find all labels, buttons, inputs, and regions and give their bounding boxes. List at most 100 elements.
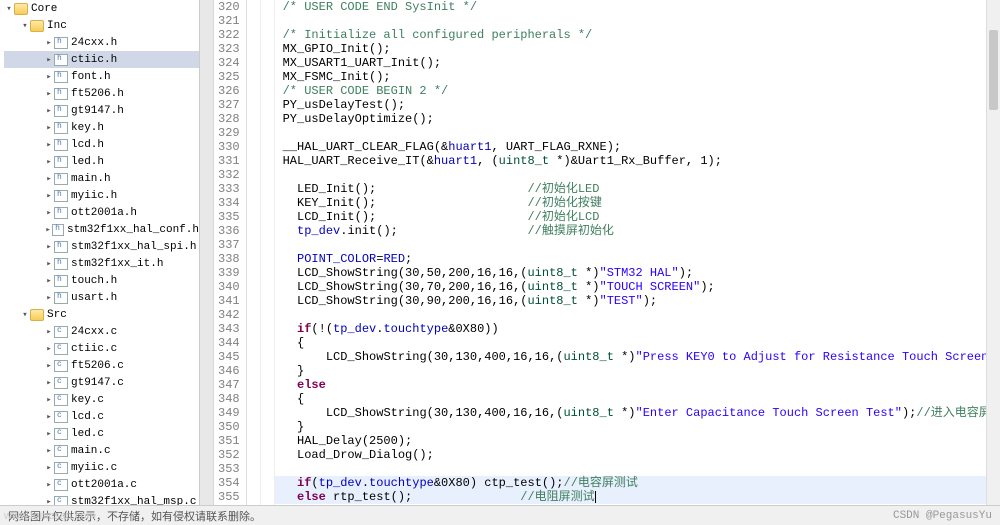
expand-icon[interactable]: ▸	[44, 429, 54, 439]
tree-item-Core[interactable]: ▾Core	[4, 0, 199, 17]
tree-item-stm32f1xx_hal_spi-h[interactable]: ▸stm32f1xx_hal_spi.h	[4, 238, 199, 255]
expand-icon[interactable]: ▸	[44, 191, 54, 201]
expand-icon[interactable]: ▸	[44, 361, 54, 371]
code-line-354[interactable]: if(tp_dev.touchtype&0X80) ctp_test();//电…	[275, 476, 1000, 490]
code-line-321[interactable]	[275, 14, 1000, 28]
code-line-339[interactable]: LCD_ShowString(30,50,200,16,16,(uint8_t …	[275, 266, 1000, 280]
expand-icon[interactable]: ▸	[44, 123, 54, 133]
tree-item-lcd-c[interactable]: ▸lcd.c	[4, 408, 199, 425]
code-line-340[interactable]: LCD_ShowString(30,70,200,16,16,(uint8_t …	[275, 280, 1000, 294]
collapse-icon[interactable]: ▾	[4, 4, 14, 14]
code-line-353[interactable]	[275, 462, 1000, 476]
code-line-330[interactable]: __HAL_UART_CLEAR_FLAG(&huart1, UART_FLAG…	[275, 140, 1000, 154]
code-line-347[interactable]: else	[275, 378, 1000, 392]
code-line-320[interactable]: /* USER CODE END SysInit */	[275, 0, 1000, 14]
code-line-348[interactable]: {	[275, 392, 1000, 406]
tree-item-gt9147-c[interactable]: ▸gt9147.c	[4, 374, 199, 391]
tree-item-ott2001a-c[interactable]: ▸ott2001a.c	[4, 476, 199, 493]
expand-icon[interactable]: ▸	[44, 446, 54, 456]
code-line-326[interactable]: /* USER CODE BEGIN 2 */	[275, 84, 1000, 98]
tree-item-ft5206-h[interactable]: ▸ft5206.h	[4, 85, 199, 102]
tree-item-main-h[interactable]: ▸main.h	[4, 170, 199, 187]
code-line-346[interactable]: }	[275, 364, 1000, 378]
tree-item-gt9147-h[interactable]: ▸gt9147.h	[4, 102, 199, 119]
collapse-icon[interactable]: ▾	[20, 21, 30, 31]
expand-icon[interactable]: ▸	[44, 276, 54, 286]
code-line-341[interactable]: LCD_ShowString(30,90,200,16,16,(uint8_t …	[275, 294, 1000, 308]
code-line-334[interactable]: KEY_Init(); //初始化按键	[275, 196, 1000, 210]
expand-icon[interactable]: ▸	[44, 38, 54, 48]
expand-icon[interactable]: ▸	[44, 225, 52, 235]
code-line-324[interactable]: MX_USART1_UART_Init();	[275, 56, 1000, 70]
expand-icon[interactable]: ▸	[44, 259, 54, 269]
code-line-345[interactable]: LCD_ShowString(30,130,400,16,16,(uint8_t…	[275, 350, 1000, 364]
expand-icon[interactable]: ▸	[44, 463, 54, 473]
code-line-335[interactable]: LCD_Init(); //初始化LCD	[275, 210, 1000, 224]
expand-icon[interactable]: ▸	[44, 395, 54, 405]
tree-item-key-h[interactable]: ▸key.h	[4, 119, 199, 136]
expand-icon[interactable]: ▸	[44, 344, 54, 354]
project-tree[interactable]: ▾Core▾Inc▸24cxx.h▸ctiic.h▸font.h▸ft5206.…	[0, 0, 200, 525]
expand-icon[interactable]: ▸	[44, 174, 54, 184]
code-line-328[interactable]: PY_usDelayOptimize();	[275, 112, 1000, 126]
code-line-329[interactable]	[275, 126, 1000, 140]
expand-icon[interactable]: ▸	[44, 412, 54, 422]
tree-item-main-c[interactable]: ▸main.c	[4, 442, 199, 459]
code-line-327[interactable]: PY_usDelayTest();	[275, 98, 1000, 112]
expand-icon[interactable]: ▸	[44, 157, 54, 167]
code-line-338[interactable]: POINT_COLOR=RED;	[275, 252, 1000, 266]
expand-icon[interactable]: ▸	[44, 140, 54, 150]
code-editor[interactable]: 3203213223233243253263273283293303313323…	[200, 0, 1000, 525]
expand-icon[interactable]: ▸	[44, 242, 54, 252]
tree-item-myiic-h[interactable]: ▸myiic.h	[4, 187, 199, 204]
expand-icon[interactable]: ▸	[44, 89, 54, 99]
expand-icon[interactable]: ▸	[44, 106, 54, 116]
tree-item-stm32f1xx_hal_conf-h[interactable]: ▸stm32f1xx_hal_conf.h	[4, 221, 199, 238]
tree-item-ft5206-c[interactable]: ▸ft5206.c	[4, 357, 199, 374]
tree-item-24cxx-h[interactable]: ▸24cxx.h	[4, 34, 199, 51]
code-line-325[interactable]: MX_FSMC_Init();	[275, 70, 1000, 84]
code-line-342[interactable]	[275, 308, 1000, 322]
code-line-351[interactable]: HAL_Delay(2500);	[275, 434, 1000, 448]
fold-column[interactable]	[261, 0, 275, 525]
expand-icon[interactable]: ▸	[44, 327, 54, 337]
tree-item-led-c[interactable]: ▸led.c	[4, 425, 199, 442]
expand-icon[interactable]: ▸	[44, 208, 54, 218]
expand-icon[interactable]: ▸	[44, 55, 54, 65]
code-area[interactable]: /* USER CODE END SysInit */ /* Initialize…	[275, 0, 1000, 525]
tree-item-Src[interactable]: ▾Src	[4, 306, 199, 323]
code-line-352[interactable]: Load_Drow_Dialog();	[275, 448, 1000, 462]
collapse-icon[interactable]: ▾	[20, 310, 30, 320]
code-line-333[interactable]: LED_Init(); //初始化LED	[275, 182, 1000, 196]
tree-item-stm32f1xx_it-h[interactable]: ▸stm32f1xx_it.h	[4, 255, 199, 272]
code-line-336[interactable]: tp_dev.init(); //触摸屏初始化	[275, 224, 1000, 238]
code-line-331[interactable]: HAL_UART_Receive_IT(&huart1, (uint8_t *)…	[275, 154, 1000, 168]
expand-icon[interactable]: ▸	[44, 72, 54, 82]
vertical-scrollbar[interactable]	[986, 0, 1000, 505]
code-line-332[interactable]	[275, 168, 1000, 182]
tree-item-key-c[interactable]: ▸key.c	[4, 391, 199, 408]
tree-item-touch-h[interactable]: ▸touch.h	[4, 272, 199, 289]
tree-item-lcd-h[interactable]: ▸lcd.h	[4, 136, 199, 153]
code-line-343[interactable]: if(!(tp_dev.touchtype&0X80))	[275, 322, 1000, 336]
expand-icon[interactable]: ▸	[44, 293, 54, 303]
code-line-322[interactable]: /* Initialize all configured peripherals…	[275, 28, 1000, 42]
code-line-344[interactable]: {	[275, 336, 1000, 350]
code-line-349[interactable]: LCD_ShowString(30,130,400,16,16,(uint8_t…	[275, 406, 1000, 420]
expand-icon[interactable]: ▸	[44, 378, 54, 388]
code-line-323[interactable]: MX_GPIO_Init();	[275, 42, 1000, 56]
code-line-337[interactable]	[275, 238, 1000, 252]
tree-item-myiic-c[interactable]: ▸myiic.c	[4, 459, 199, 476]
code-line-350[interactable]: }	[275, 420, 1000, 434]
tree-item-Inc[interactable]: ▾Inc	[4, 17, 199, 34]
scrollbar-thumb[interactable]	[989, 30, 998, 110]
code-line-355[interactable]: else rtp_test(); //电阻屏测试	[275, 490, 1000, 504]
expand-icon[interactable]: ▸	[44, 480, 54, 490]
tree-item-ott2001a-h[interactable]: ▸ott2001a.h	[4, 204, 199, 221]
tree-item-led-h[interactable]: ▸led.h	[4, 153, 199, 170]
tree-item-usart-h[interactable]: ▸usart.h	[4, 289, 199, 306]
tree-item-ctiic-h[interactable]: ▸ctiic.h	[4, 51, 199, 68]
tree-item-font-h[interactable]: ▸font.h	[4, 68, 199, 85]
tree-item-24cxx-c[interactable]: ▸24cxx.c	[4, 323, 199, 340]
tree-item-ctiic-c[interactable]: ▸ctiic.c	[4, 340, 199, 357]
